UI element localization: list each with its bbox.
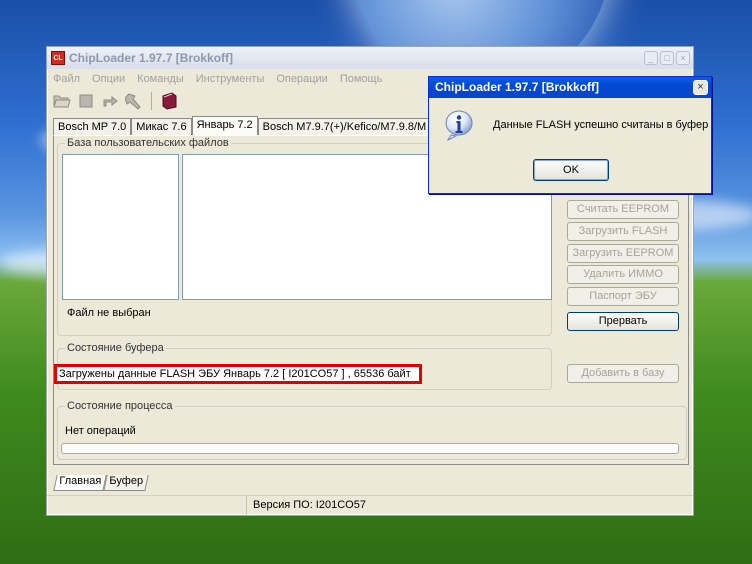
menu-tools[interactable]: Инструменты [196,73,265,85]
process-status: Нет операций [65,425,136,437]
load-flash-button[interactable]: Загрузить FLASH [567,222,679,241]
tab-main[interactable]: Главная [53,475,107,491]
tab-bosch-m797[interactable]: Bosch M7.9.7(+)/Kefico/M7.9.8/M [257,118,432,135]
files-group-title: База пользовательских файлов [65,137,231,149]
stop-icon[interactable] [77,92,95,110]
delete-immo-button[interactable]: Удалить ИММО [567,265,679,284]
dialog-ok-button[interactable]: OK [533,159,609,181]
menu-options[interactable]: Опции [92,73,125,85]
abort-button[interactable]: Прервать [567,312,679,331]
dialog-titlebar[interactable]: ChipLoader 1.97.7 [Brokkoff] × [429,77,711,98]
ecu-passport-button[interactable]: Паспорт ЭБУ [567,287,679,306]
window-title: ChipLoader 1.97.7 [Brokkoff] [69,51,234,65]
buffer-status-text: Загружены данные FLASH ЭБУ Январь 7.2 [ … [54,364,422,384]
status-cell-empty [47,496,247,516]
minimize-button[interactable]: _ [644,51,658,65]
add-to-db-button[interactable]: Добавить в базу [567,364,679,383]
selected-file-label: Файл не выбран [67,307,151,319]
buffer-group-title: Состояние буфера [65,342,166,354]
device-tabs: Bosch MP 7.0 Микас 7.6 Январь 7.2 Bosch … [53,116,432,135]
hammer-icon[interactable] [125,92,143,110]
read-eeprom-button[interactable]: Считать EEPROM [567,200,679,219]
tab-january-72[interactable]: Январь 7.2 [191,116,258,135]
tab-buffer-label: Буфер [109,475,143,487]
process-progress-bar [61,443,679,454]
maximize-button[interactable]: □ [660,51,674,65]
dialog-title: ChipLoader 1.97.7 [Brokkoff] [435,80,600,94]
menu-file[interactable]: Файл [53,73,80,85]
reload-icon[interactable] [101,92,119,110]
info-icon [443,109,475,142]
book-icon[interactable] [160,92,178,110]
dialog-message: Данные FLASH успешно считаны в буфер [493,119,709,131]
tab-mikas-76[interactable]: Микас 7.6 [131,118,192,135]
version-label: Версия ПО: I201CO57 [253,499,366,511]
close-button[interactable]: × [676,51,690,65]
menu-help[interactable]: Помощь [340,73,383,85]
tab-main-label: Главная [59,475,102,487]
message-dialog: ChipLoader 1.97.7 [Brokkoff] × Данные FL… [428,76,712,194]
folder-list[interactable] [62,154,179,300]
tab-bosch-mp70[interactable]: Bosch MP 7.0 [53,118,132,135]
menu-operations[interactable]: Операции [276,73,327,85]
open-folder-icon[interactable] [53,92,71,110]
app-icon: CL [51,51,65,65]
window-titlebar[interactable]: CL ChipLoader 1.97.7 [Brokkoff] _ □ × [47,47,693,69]
bottom-tabs: Главная Буфер [53,475,149,491]
dialog-close-button[interactable]: × [693,80,708,95]
menu-commands[interactable]: Команды [137,73,184,85]
tab-buffer[interactable]: Буфер [103,475,149,491]
process-group-title: Состояние процесса [65,400,175,412]
toolbar-separator [151,92,152,110]
status-bar: Версия ПО: I201CO57 [47,495,693,516]
load-eeprom-button[interactable]: Загрузить EEPROM [567,244,679,263]
